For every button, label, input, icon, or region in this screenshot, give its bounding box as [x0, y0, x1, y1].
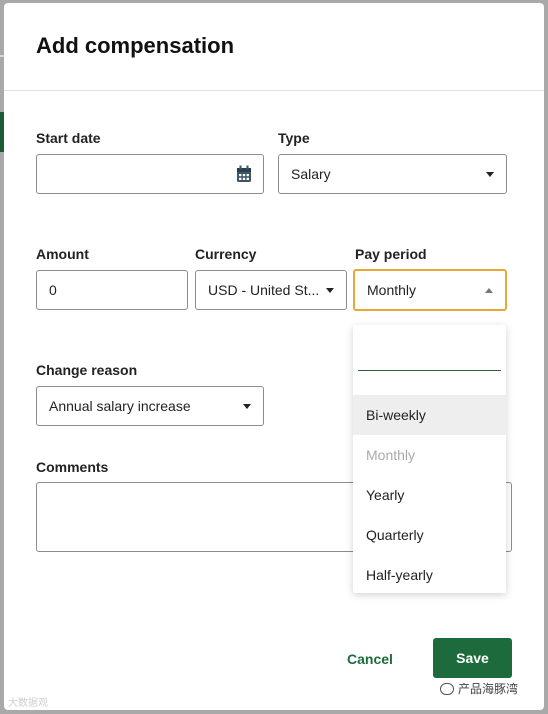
type-select[interactable]: Salary — [278, 154, 507, 194]
amount-input[interactable]: 0 — [36, 270, 188, 310]
watermark-left: 大数据观 — [8, 698, 48, 709]
dropdown-search-underline — [358, 370, 501, 371]
start-date-label: Start date — [36, 130, 101, 146]
start-date-field[interactable] — [36, 154, 264, 194]
currency-select[interactable]: USD - United St... — [195, 270, 347, 310]
title-divider — [4, 90, 544, 91]
dropdown-option-yearly[interactable]: Yearly — [353, 475, 506, 515]
type-label: Type — [278, 130, 310, 146]
currency-label: Currency — [195, 246, 257, 262]
dialog-title: Add compensation — [36, 33, 235, 58]
chevron-down-icon — [486, 172, 494, 177]
pay-period-select[interactable]: Monthly — [353, 269, 507, 311]
save-button[interactable]: Save — [433, 638, 512, 678]
change-reason-label: Change reason — [36, 362, 138, 378]
type-value: Salary — [291, 166, 331, 182]
pay-period-label: Pay period — [355, 246, 427, 262]
chevron-down-icon — [326, 288, 334, 293]
dropdown-option-half-yearly[interactable]: Half-yearly — [353, 555, 506, 595]
dropdown-search-input[interactable] — [358, 339, 501, 370]
dropdown-option-quarterly[interactable]: Quarterly — [353, 515, 506, 555]
wechat-icon — [440, 682, 454, 695]
watermark-right: 产品海豚湾 — [440, 680, 518, 697]
chevron-down-icon — [243, 404, 251, 409]
comments-label: Comments — [36, 459, 109, 475]
dropdown-option-bi-weekly[interactable]: Bi-weekly — [353, 395, 506, 435]
amount-value: 0 — [49, 282, 57, 298]
watermark-right-text: 产品海豚湾 — [458, 682, 519, 696]
add-compensation-dialog: Add compensation Start date Type Salary … — [4, 3, 544, 710]
change-reason-select[interactable]: Annual salary increase — [36, 386, 264, 426]
amount-label: Amount — [36, 246, 89, 262]
chevron-up-icon — [485, 288, 493, 293]
calendar-icon[interactable] — [236, 165, 252, 183]
currency-value: USD - United St... — [208, 282, 318, 298]
dropdown-option-monthly[interactable]: Monthly — [353, 435, 506, 475]
change-reason-value: Annual salary increase — [49, 398, 191, 414]
pay-period-dropdown: Bi-weekly Monthly Yearly Quarterly Half-… — [353, 325, 506, 593]
cancel-button[interactable]: Cancel — [336, 648, 404, 670]
